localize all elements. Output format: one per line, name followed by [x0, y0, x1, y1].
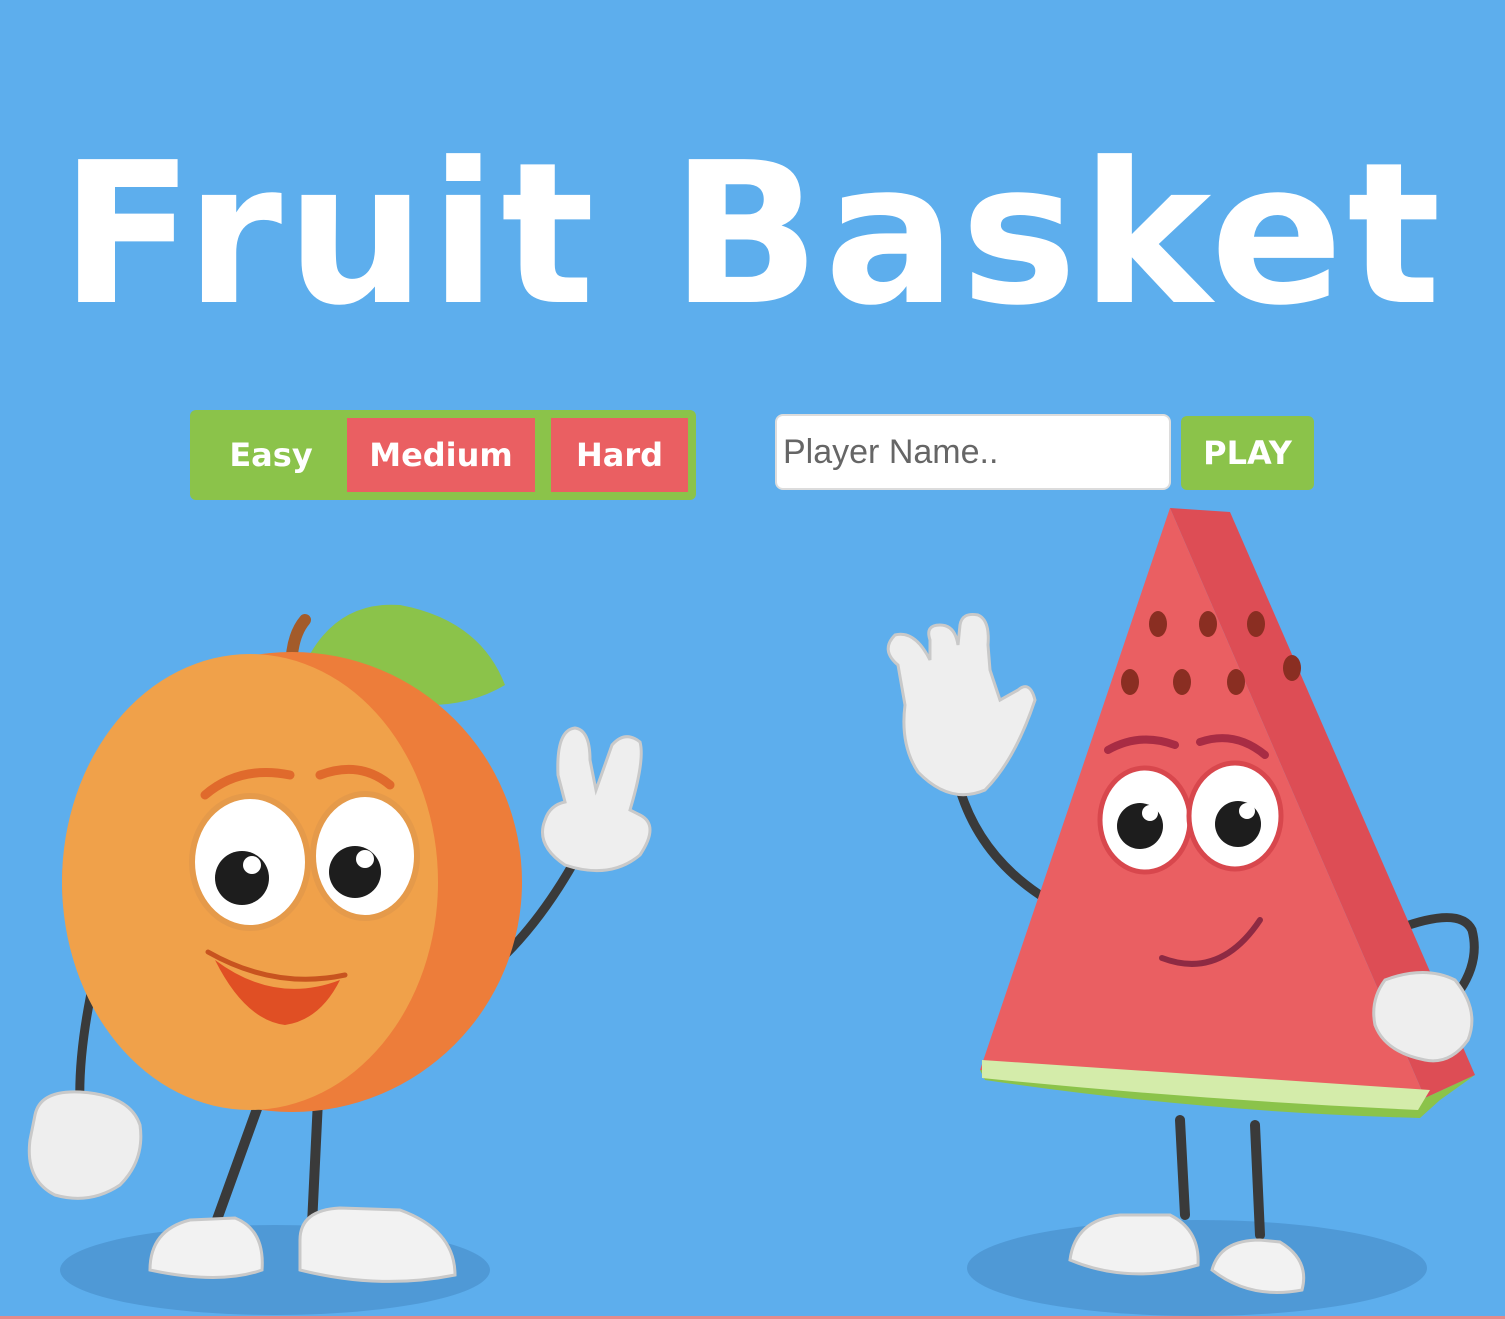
- difficulty-hard-button[interactable]: Hard: [551, 418, 688, 492]
- glove-icon: [541, 726, 652, 873]
- watermelon-character-illustration: [886, 508, 1479, 1316]
- play-button[interactable]: PLAY: [1181, 416, 1314, 490]
- player-name-input[interactable]: [775, 414, 1171, 490]
- difficulty-easy-button[interactable]: Easy: [198, 418, 344, 492]
- difficulty-selector: Easy Medium Hard: [190, 410, 696, 500]
- difficulty-medium-button[interactable]: Medium: [347, 418, 535, 492]
- orange-character-illustration: [27, 604, 652, 1315]
- game-title: Fruit Basket: [60, 121, 1445, 349]
